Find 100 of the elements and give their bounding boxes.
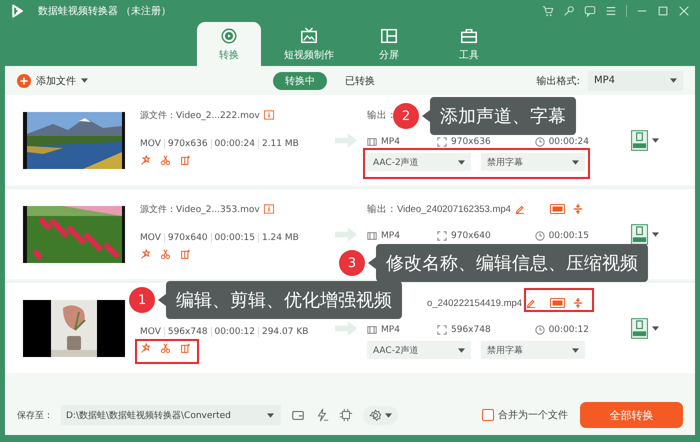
file-info: 596x748 [164,327,211,337]
settings-button[interactable] [363,406,398,424]
arrow-icon [335,320,357,336]
mp4-file-icon [631,130,648,150]
maximize-icon[interactable] [657,5,669,17]
tab[interactable]: 短视频制作 [277,22,341,66]
file-info: 00:00:12 [210,327,258,337]
split-screen-icon [380,26,398,44]
toolbox-icon [460,26,478,44]
scissors-icon[interactable] [160,249,171,260]
status-tab[interactable]: 转换中 [273,72,327,90]
format-selector[interactable] [629,128,661,152]
callout-text: 编辑、剪辑、优化增强视频 [166,281,402,319]
format-selector[interactable] [629,222,661,246]
id-tag-icon[interactable] [550,298,565,308]
tab[interactable]: 转换 [197,22,261,66]
close-icon[interactable] [678,5,690,17]
highlight-frame [524,288,594,312]
film-icon [367,231,377,241]
film-icon [367,137,377,147]
output-duration: 00:00:24 [548,137,589,147]
output-duration: 00:00:12 [548,325,589,335]
arrow-icon [335,226,357,242]
mp4-file-icon [631,224,648,244]
gear-icon [369,408,382,422]
magic-wand-icon[interactable] [140,343,151,354]
lightning-off-icon[interactable] [315,408,329,422]
tab[interactable]: 分屏 [357,22,421,66]
edit-frame-icon[interactable] [180,155,191,166]
output-format: MP4 [381,325,400,335]
file-info: MOV [140,327,162,337]
callout-text: 添加声道、字幕 [430,97,576,135]
info-icon[interactable] [264,204,274,214]
clock-icon [534,325,545,335]
menu-icon[interactable] [605,5,617,17]
tv-icon [300,26,318,44]
scissors-icon[interactable] [160,155,171,166]
subtitle-dropdown[interactable]: 禁用字幕 [481,341,585,359]
file-info: 970x636 [164,139,211,149]
mp4-file-icon [631,318,648,338]
caret-icon [458,348,465,352]
clock-icon [534,137,545,147]
arrow-icon [335,132,357,148]
folder-icon[interactable] [291,408,305,422]
caret-icon [652,232,659,236]
output-format: MP4 [381,137,400,147]
output-file-name: 输出：Video_240207162353.mp4 [367,202,511,216]
highlight-frame [135,339,199,364]
add-file-button[interactable]: 添加文件 [17,74,88,88]
edit-frame-icon[interactable] [180,249,191,260]
file-info: 1.24 MB [258,233,302,243]
film-icon [367,325,377,335]
save-to-label: 保存至： [17,410,53,422]
file-info: MOV [140,139,162,149]
tab[interactable]: 工具 [437,22,501,66]
magic-wand-icon[interactable] [140,249,151,260]
info-icon[interactable] [264,110,274,120]
status-tab[interactable]: 已转换 [333,72,387,90]
pen-icon[interactable] [526,298,536,308]
caret-icon [572,348,579,352]
chat-icon[interactable] [584,5,596,17]
caret-icon [652,138,659,142]
pen-icon[interactable] [514,204,525,214]
output-format-label: 输出格式: [536,74,580,88]
audio-track-dropdown[interactable]: AAC-2声道 [367,341,471,359]
caret-icon [670,78,677,83]
id-tag-icon[interactable] [550,204,565,214]
logo-icon [10,3,26,19]
audio-track-dropdown[interactable]: AAC-2声道 [367,153,471,171]
caret-icon [385,412,392,418]
output-format-dropdown[interactable]: MP4 [588,70,683,90]
file-info: 00:00:15 [210,233,258,243]
caret-icon [652,326,659,330]
source-file-name: 源文件：Video_2...222.mov [140,110,260,122]
file-info: 00:00:24 [210,139,258,149]
caret-icon [81,78,88,83]
caret-icon [266,412,274,418]
file-info: MOV [140,233,162,243]
scissors-icon[interactable] [160,343,171,354]
clock-icon [534,231,545,241]
caret-icon [458,160,465,164]
callout-text: 修改名称、编辑信息、压缩视频 [376,244,648,282]
file-info: 2.11 MB [258,139,302,149]
output-format: MP4 [381,231,400,241]
caret-icon [572,160,579,164]
merge-checkbox[interactable] [482,409,494,421]
resize-icon [437,137,447,147]
edit-frame-icon[interactable] [180,343,191,354]
compress-icon[interactable] [573,204,583,214]
resize-icon [437,325,447,335]
magic-wand-icon[interactable] [140,155,151,166]
chip-off-icon[interactable] [339,408,353,422]
convert-icon [220,26,238,44]
compress-icon[interactable] [573,298,583,308]
cart-icon[interactable] [542,5,554,17]
subtitle-dropdown[interactable]: 禁用字幕 [481,153,585,171]
resize-icon [437,231,447,241]
format-selector[interactable] [629,316,661,340]
output-path-dropdown[interactable]: D:\数据蛙\数据蛙视频转换器\Converted [61,405,281,425]
output-resolution: 970x640 [451,231,491,241]
